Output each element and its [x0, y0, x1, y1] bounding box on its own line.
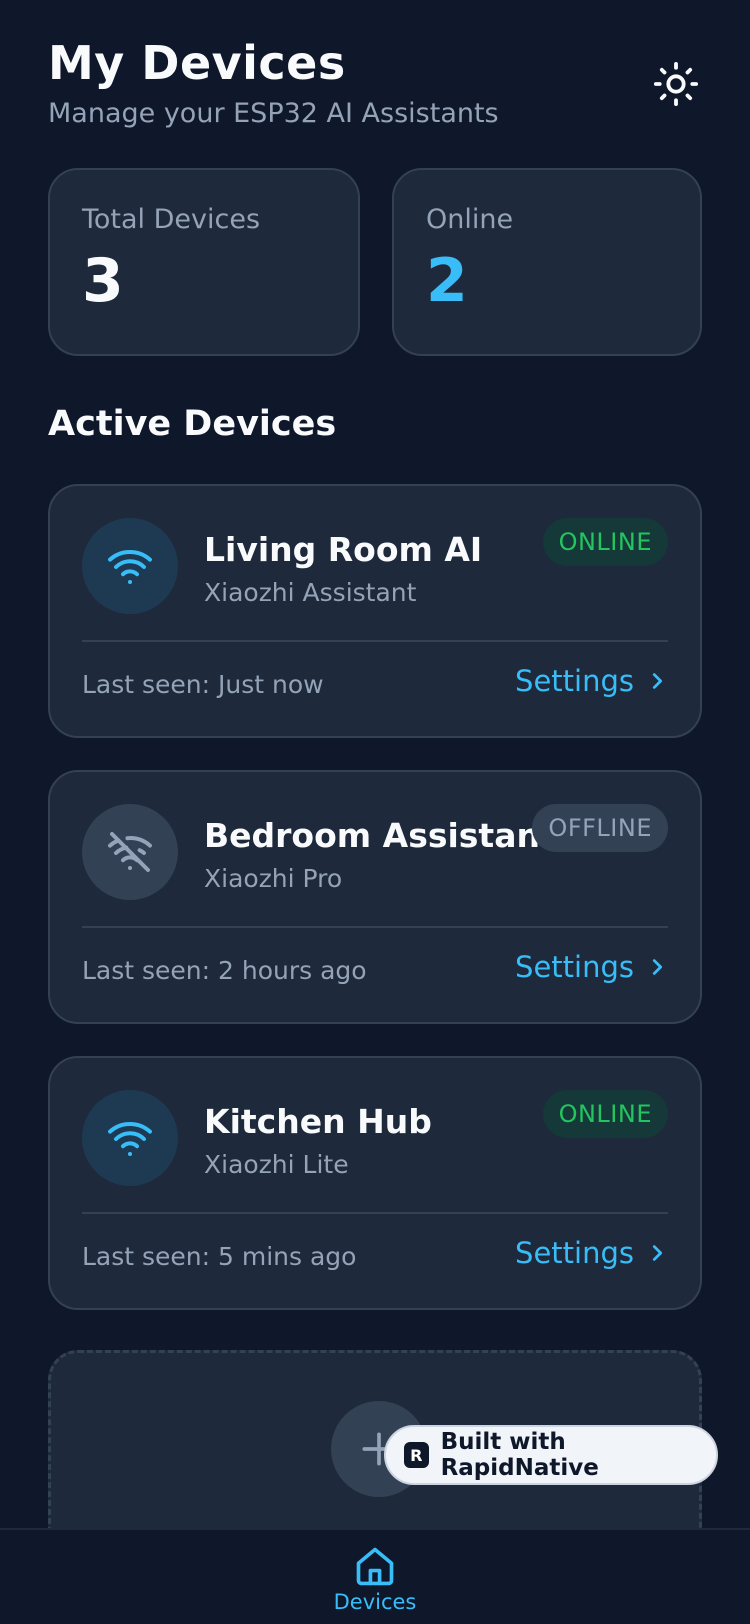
device-icon-container: [82, 804, 178, 900]
device-card[interactable]: Kitchen Hub Xiaozhi Lite ONLINE Last see…: [48, 1056, 702, 1310]
device-name: Kitchen Hub: [204, 1102, 432, 1141]
divider: [82, 1212, 668, 1214]
online-devices-value: 2: [426, 246, 468, 316]
total-devices-value: 3: [82, 246, 124, 316]
wifi-icon: [108, 549, 152, 584]
tab-devices[interactable]: Devices: [325, 1544, 425, 1614]
device-model: Xiaozhi Lite: [204, 1150, 349, 1179]
online-devices-label: Online: [426, 204, 514, 235]
chevron-right-icon: [652, 673, 663, 689]
settings-link[interactable]: Settings: [515, 664, 668, 698]
rapidnative-logo-icon: R: [404, 1442, 429, 1468]
settings-label: Settings: [515, 664, 634, 698]
built-with-label: Built with RapidNative: [440, 1429, 599, 1481]
device-model: Xiaozhi Assistant: [204, 578, 417, 607]
home-icon: [356, 1547, 394, 1586]
total-devices-card: Total Devices 3: [48, 168, 360, 356]
wifi-icon: [108, 1121, 152, 1156]
theme-toggle-button[interactable]: [650, 58, 702, 110]
last-seen-text: Last seen: Just now: [82, 670, 324, 699]
page-subtitle: Manage your ESP32 AI Assistants: [48, 98, 499, 129]
chevron-right-icon: [652, 1245, 663, 1261]
tab-label: Devices: [333, 1590, 417, 1614]
status-badge: ONLINE: [542, 518, 668, 566]
total-devices-label: Total Devices: [82, 204, 261, 235]
settings-link[interactable]: Settings: [515, 1236, 668, 1270]
device-icon-container: [82, 518, 178, 614]
header: My Devices Manage your ESP32 AI Assistan…: [48, 36, 702, 129]
device-name: Bedroom Assistant: [204, 816, 556, 855]
divider: [82, 926, 668, 928]
device-card[interactable]: Living Room AI Xiaozhi Assistant ONLINE …: [48, 484, 702, 738]
device-card[interactable]: Bedroom Assistant Xiaozhi Pro OFFLINE La…: [48, 770, 702, 1024]
status-badge: ONLINE: [542, 1090, 668, 1138]
online-devices-card: Online 2: [392, 168, 702, 356]
bottom-tab-bar: Devices: [0, 1528, 750, 1624]
divider: [82, 640, 668, 642]
sun-icon: [653, 61, 699, 107]
device-name: Living Room AI: [204, 530, 483, 569]
wifi-off-icon: [108, 832, 152, 872]
settings-link[interactable]: Settings: [515, 950, 668, 984]
built-with-badge[interactable]: R Built with RapidNative: [384, 1425, 718, 1485]
status-badge: OFFLINE: [532, 804, 668, 852]
section-title: Active Devices: [48, 404, 337, 444]
chevron-right-icon: [652, 959, 663, 975]
last-seen-text: Last seen: 5 mins ago: [82, 1242, 357, 1271]
page-title: My Devices: [48, 36, 346, 90]
last-seen-text: Last seen: 2 hours ago: [82, 956, 367, 985]
settings-label: Settings: [515, 950, 634, 984]
device-icon-container: [82, 1090, 178, 1186]
settings-label: Settings: [515, 1236, 634, 1270]
device-model: Xiaozhi Pro: [204, 864, 343, 893]
